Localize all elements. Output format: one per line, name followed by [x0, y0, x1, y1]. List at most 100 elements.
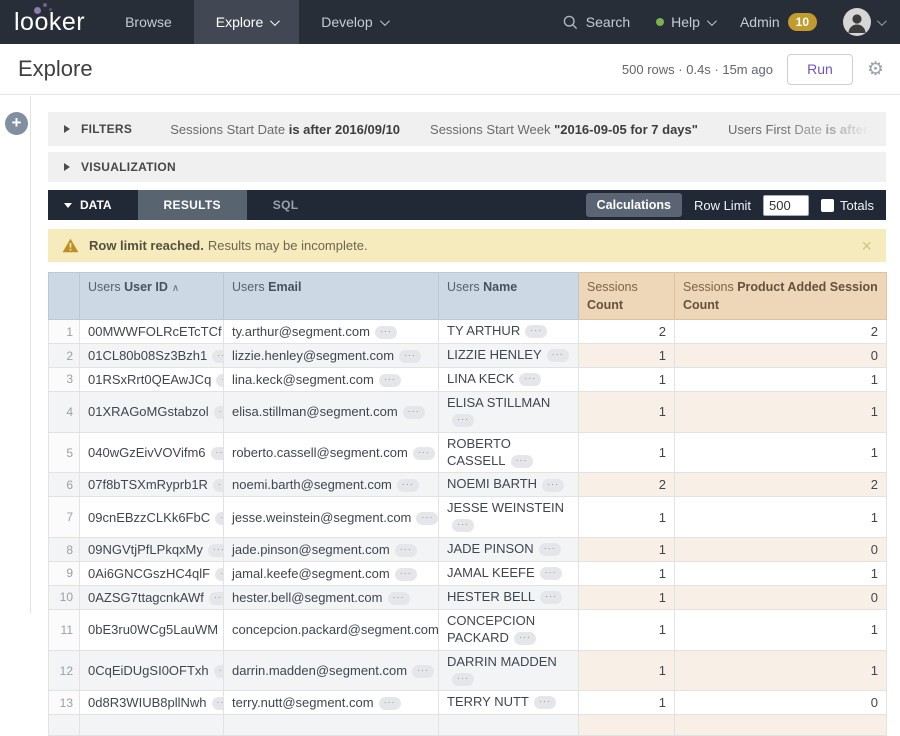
nav-item-browse[interactable]: Browse: [103, 0, 194, 44]
nav-item-label: Develop: [321, 14, 372, 30]
close-icon[interactable]: ×: [861, 237, 872, 255]
cell-menu-icon[interactable]: ···: [412, 665, 434, 678]
user-id-cell: 0AZSG7ttagcnkAWf···: [80, 585, 224, 609]
cell-menu-icon[interactable]: ···: [213, 479, 224, 492]
cell-menu-icon[interactable]: ···: [452, 673, 474, 686]
cell-menu-icon[interactable]: ···: [388, 592, 410, 605]
page-header-right: 500 rows · 0.4s · 15m ago Run ⚙: [622, 54, 884, 85]
tab-results[interactable]: RESULTS: [138, 190, 247, 220]
filter-condition: "2016-09-05 for 7 days": [554, 122, 698, 137]
calculations-button[interactable]: Calculations: [586, 193, 682, 217]
column-group-label: Users: [447, 280, 483, 294]
cell-menu-icon[interactable]: ···: [214, 406, 224, 419]
cell-menu-icon[interactable]: ···: [395, 544, 417, 557]
row-number: 2: [49, 344, 80, 368]
user-menu[interactable]: [843, 8, 884, 36]
cell-menu-icon[interactable]: ···: [375, 326, 397, 339]
name-cell-value: JADE PINSON: [447, 541, 534, 556]
chevron-down-icon: [877, 16, 887, 26]
cell-menu-icon[interactable]: ···: [514, 632, 536, 645]
cell-menu-icon[interactable]: ···: [208, 544, 224, 557]
cell-menu-icon[interactable]: ···: [212, 697, 224, 710]
email-cell-value: ty.arthur@segment.com: [232, 324, 370, 339]
visualization-label[interactable]: VISUALIZATION: [81, 160, 176, 174]
row-limit-label: Row Limit: [694, 198, 751, 213]
product-added-cell-value: 2: [871, 324, 878, 339]
count-cell: 1: [579, 585, 675, 609]
collapse-arrow-icon[interactable]: [64, 163, 70, 171]
column-header-name[interactable]: Users Name: [439, 273, 579, 320]
cell-menu-icon[interactable]: ···: [212, 350, 223, 363]
product-added-cell: 1: [675, 609, 887, 650]
row-number-value: 1: [66, 325, 73, 339]
totals-toggle[interactable]: Totals: [821, 198, 874, 213]
column-name-label: User ID: [124, 280, 168, 294]
row-number-value: 5: [66, 446, 73, 460]
user-id-cell: 01RSxRrt0QEAwJCq···: [80, 368, 224, 392]
column-header-user-id[interactable]: Users User ID∧: [80, 273, 224, 320]
column-header-product-added-session-count[interactable]: Sessions Product Added Session Count: [675, 273, 887, 320]
cell-menu-icon[interactable]: ···: [413, 447, 435, 460]
cell-menu-icon[interactable]: ···: [525, 325, 547, 338]
row-limit-input[interactable]: [763, 195, 809, 216]
count-cell: 1: [579, 650, 675, 691]
run-button[interactable]: Run: [787, 54, 853, 85]
cell-menu-icon[interactable]: ···: [452, 414, 474, 427]
email-cell-value: jade.pinson@segment.com: [232, 542, 390, 557]
nav-item-develop[interactable]: Develop: [299, 0, 408, 44]
cell-menu-icon[interactable]: ···: [395, 568, 417, 581]
add-field-button[interactable]: +: [5, 112, 28, 135]
cell-menu-icon[interactable]: ···: [209, 592, 224, 605]
cell-menu-icon[interactable]: ···: [519, 373, 541, 386]
status-dot-icon: [656, 18, 664, 26]
column-name-label: Count: [587, 298, 623, 312]
column-header-email[interactable]: Users Email: [224, 273, 439, 320]
gear-icon[interactable]: ⚙: [867, 60, 884, 79]
totals-checkbox[interactable]: [821, 199, 834, 212]
row-number: 12: [49, 650, 80, 691]
filters-label[interactable]: FILTERS: [81, 122, 132, 136]
cell-menu-icon[interactable]: ···: [215, 568, 223, 581]
filter-item[interactable]: Sessions Start Date is after 2016/09/10: [170, 122, 400, 137]
cell-menu-icon[interactable]: ···: [547, 349, 569, 362]
cell-menu-icon[interactable]: ···: [215, 512, 223, 525]
looker-logo[interactable]: looker: [0, 0, 103, 44]
cell-menu-icon[interactable]: ···: [399, 350, 421, 363]
cell-menu-icon[interactable]: ···: [379, 374, 401, 387]
email-cell-value: hester.bell@segment.com: [232, 590, 383, 605]
cell-menu-icon[interactable]: ···: [452, 519, 474, 532]
tab-sql[interactable]: SQL: [247, 190, 325, 220]
product-added-cell-value: 0: [871, 590, 878, 605]
cell-menu-icon[interactable]: ···: [416, 512, 438, 525]
user-id-cell: 0bE3ru0WCg5LauWM···: [80, 609, 224, 650]
product-added-cell: 1: [675, 562, 887, 586]
page-title: Explore: [18, 56, 93, 82]
user-id-cell: 0CqEiDUgSI0OFTxh···: [80, 650, 224, 691]
nav-item-explore[interactable]: Explore: [194, 0, 299, 44]
cell-menu-icon[interactable]: ···: [211, 447, 224, 460]
cell-menu-icon[interactable]: ···: [511, 455, 533, 468]
nav-item-label: Browse: [125, 14, 172, 30]
cell-menu-icon[interactable]: ···: [397, 479, 419, 492]
cell-menu-icon[interactable]: ···: [216, 374, 223, 387]
cell-menu-icon[interactable]: ···: [379, 697, 401, 710]
collapse-arrow-icon[interactable]: [64, 125, 70, 133]
filter-item[interactable]: Sessions Start Week "2016-09-05 for 7 da…: [430, 122, 698, 137]
cell-menu-icon[interactable]: ···: [540, 591, 562, 604]
help-menu[interactable]: Help: [656, 14, 714, 30]
user-id-cell: 040wGzEivVOVifm6···: [80, 432, 224, 473]
search-button[interactable]: Search: [563, 14, 630, 30]
cell-menu-icon[interactable]: ···: [542, 479, 564, 492]
name-cell-value: ROBERTO CASSELL: [447, 436, 511, 468]
cell-menu-icon[interactable]: ···: [540, 567, 562, 580]
admin-menu[interactable]: Admin 10: [740, 13, 817, 31]
cell-menu-icon[interactable]: ···: [214, 665, 224, 678]
table-row: 1 0 0AZSG7ttagcnkAWf··· hester.bell@segment…: [49, 585, 887, 609]
cell-menu-icon[interactable]: ···: [403, 406, 425, 419]
column-header-count[interactable]: Sessions Count: [579, 273, 675, 320]
cell-menu-icon[interactable]: ···: [534, 696, 556, 709]
data-section-toggle[interactable]: DATA: [48, 190, 138, 220]
cell-menu-icon[interactable]: ···: [539, 543, 561, 556]
name-cell-value: ELISA STILLMAN: [447, 395, 550, 410]
user-id-cell-value: 09NGVtjPfLPkqxMy: [88, 542, 203, 557]
